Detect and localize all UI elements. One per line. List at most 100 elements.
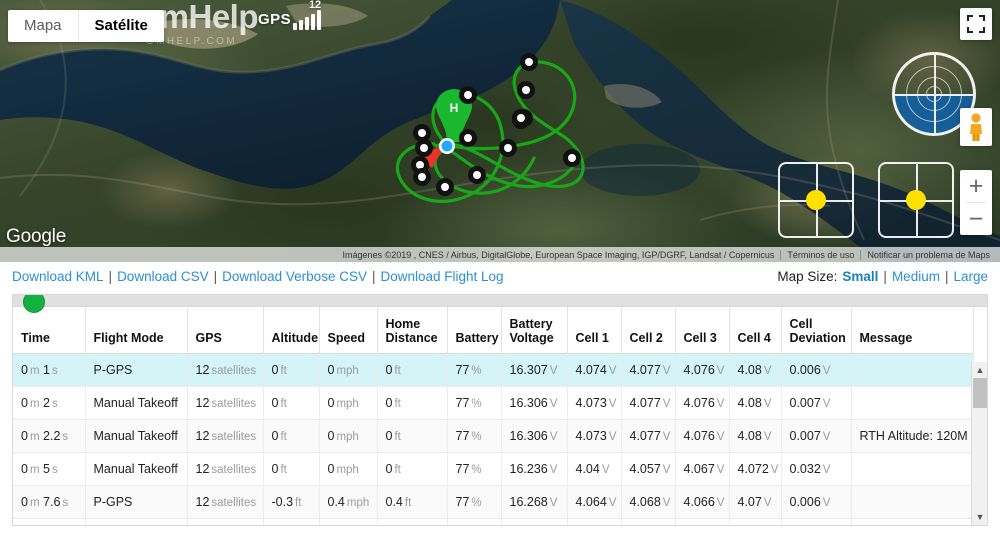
scrollbar-thumb[interactable] bbox=[973, 378, 987, 408]
map-type-satelite[interactable]: Satélite bbox=[77, 10, 164, 42]
map-type-control[interactable]: Mapa Satélite bbox=[8, 10, 164, 42]
cell-cell4-value: 4.08 bbox=[737, 362, 762, 377]
cell-home-distance: 0.4 ft bbox=[377, 485, 448, 519]
cell-home-distance: 0 ft bbox=[377, 419, 448, 453]
cell-cell2-value: 4.077 bbox=[629, 362, 661, 377]
cell-time: 0m 2.2 s bbox=[13, 419, 86, 453]
cell-flight-mode-value: P-GPS bbox=[93, 494, 133, 509]
stick-dot-right bbox=[906, 190, 926, 210]
cell-battery: 77% bbox=[447, 485, 502, 519]
cell-gps-value: 12 bbox=[195, 461, 210, 476]
column-header-flight-mode[interactable]: Flight Mode bbox=[85, 307, 188, 353]
cell-partial bbox=[781, 518, 852, 525]
attribution-terms-link[interactable]: Términos de uso bbox=[781, 250, 860, 260]
cell-gps-unit: satellites bbox=[211, 430, 257, 443]
table-row[interactable]: 0m 2 s Manual Takeoff 12 satellites 0 ft 0 mph 0 f… bbox=[13, 386, 974, 420]
map-type-mapa[interactable]: Mapa bbox=[8, 10, 78, 42]
cell-cell1: 4.074 V bbox=[567, 353, 622, 387]
download-kml-link[interactable]: Download KML bbox=[12, 269, 104, 284]
column-header-cell-4[interactable]: Cell 4 bbox=[729, 307, 782, 353]
cell-partial bbox=[13, 518, 86, 525]
cell-cell3-value: 4.066 bbox=[683, 494, 715, 509]
cell-time-value: 0m 2s bbox=[21, 395, 58, 410]
cell-gps: 12 satellites bbox=[187, 386, 264, 420]
cell-battery-value: 77 bbox=[455, 494, 470, 509]
table-row[interactable]: 0m 5 s Manual Takeoff 12 satellites 0 ft 0 mph 0 f… bbox=[13, 452, 974, 486]
attribution-report-link[interactable]: Notificar un problema de Maps bbox=[861, 250, 996, 260]
table-row[interactable]: 0m 7.6 s P-GPS 12 satellites -0.3 ft 0.4 mph 0.4 f… bbox=[13, 485, 974, 519]
cell-partial bbox=[675, 518, 730, 525]
cell-home-distance-unit: ft bbox=[394, 397, 401, 410]
column-header-altitude[interactable]: Altitude bbox=[263, 307, 320, 353]
cell-battery-voltage-value: 16.306 bbox=[509, 428, 548, 443]
cell-cell2-value: 4.077 bbox=[629, 395, 661, 410]
column-header-time[interactable]: Time bbox=[13, 307, 86, 353]
cell-partial bbox=[319, 518, 378, 525]
cell-time: 0m 1s bbox=[13, 353, 86, 387]
cell-cell4: 4.072 V bbox=[729, 452, 782, 486]
download-flight-log-link[interactable]: Download Flight Log bbox=[380, 269, 503, 284]
zoom-control[interactable]: + − bbox=[960, 170, 992, 235]
download-verbose-csv-link[interactable]: Download Verbose CSV bbox=[222, 269, 367, 284]
map-size-small[interactable]: Small bbox=[842, 269, 878, 284]
download-csv-link[interactable]: Download CSV bbox=[117, 269, 209, 284]
cell-time-value: 0m 5s bbox=[21, 461, 58, 476]
table-vertical-scrollbar[interactable]: ▲ ▼ bbox=[971, 362, 987, 525]
cell-cell3-unit: V bbox=[716, 430, 725, 443]
cell-battery-voltage-value: 16.268 bbox=[509, 494, 548, 509]
map-size-large[interactable]: Large bbox=[953, 269, 988, 284]
column-header-message[interactable]: Message bbox=[851, 307, 974, 353]
cell-speed-unit: mph bbox=[336, 463, 359, 476]
cell-gps-unit: satellites bbox=[211, 496, 257, 509]
table-row[interactable]: 0m 2.2 s Manual Takeoff 12 satellites 0 ft 0 mph… bbox=[13, 419, 974, 453]
cell-partial bbox=[263, 518, 320, 525]
map-area[interactable]: H Mapa Satélite omHelp OMHELP.COM GPS 12… bbox=[0, 0, 1000, 262]
cell-cell2-value: 4.057 bbox=[629, 461, 661, 476]
zoom-in-button[interactable]: + bbox=[960, 170, 992, 202]
column-header-cell-3[interactable]: Cell 3 bbox=[675, 307, 730, 353]
cell-cell1-value: 4.064 bbox=[575, 494, 607, 509]
column-header-battery[interactable]: Battery bbox=[447, 307, 502, 353]
cell-cell4-value: 4.08 bbox=[737, 395, 762, 410]
cell-time-value: 0m 2.2 s bbox=[21, 428, 69, 443]
fullscreen-button[interactable] bbox=[960, 8, 992, 40]
cell-battery-unit: % bbox=[471, 397, 482, 410]
cell-cell3: 4.066 V bbox=[675, 485, 730, 519]
cell-gps: 12 satellites bbox=[187, 419, 264, 453]
stick-indicator-right bbox=[878, 162, 954, 238]
cell-battery-value: 77 bbox=[455, 362, 470, 377]
cell-gps-unit: satellites bbox=[211, 364, 257, 377]
flight-log-table-container[interactable]: Time Flight Mode GPS Altitude Speed Home… bbox=[12, 294, 988, 526]
cell-battery: 77% bbox=[447, 419, 502, 453]
column-header-battery-voltage[interactable]: Battery Voltage bbox=[501, 307, 568, 353]
table-row[interactable]: 0m 1 s P-GPS 12 satellites 0 ft 0 mph 0 ft 77% 16.30… bbox=[13, 353, 974, 387]
cell-message bbox=[851, 485, 974, 519]
cell-cell1-unit: V bbox=[608, 496, 617, 509]
map-size-medium[interactable]: Medium bbox=[892, 269, 940, 284]
cell-flight-mode-value: Manual Takeoff bbox=[93, 428, 178, 443]
table-row-partial[interactable] bbox=[13, 518, 974, 525]
cell-gps-value: 12 bbox=[195, 428, 210, 443]
zoom-out-button[interactable]: − bbox=[960, 203, 992, 235]
cell-speed-unit: mph bbox=[336, 430, 359, 443]
column-header-cell-1[interactable]: Cell 1 bbox=[567, 307, 622, 353]
cell-flight-mode-value: P-GPS bbox=[93, 362, 133, 377]
street-view-pegman[interactable] bbox=[960, 108, 992, 146]
scroll-up-arrow[interactable]: ▲ bbox=[972, 362, 987, 378]
scroll-down-arrow[interactable]: ▼ bbox=[972, 509, 987, 525]
cell-cell1-value: 4.073 bbox=[575, 428, 607, 443]
fullscreen-icon bbox=[967, 15, 985, 33]
column-header-cell-2[interactable]: Cell 2 bbox=[621, 307, 676, 353]
link-separator-2: | bbox=[213, 268, 218, 284]
column-header-cell-deviation[interactable]: Cell Deviation bbox=[781, 307, 852, 353]
cell-battery-voltage-value: 16.307 bbox=[509, 362, 548, 377]
cell-home-distance: 0 ft bbox=[377, 386, 448, 420]
column-header-speed[interactable]: Speed bbox=[319, 307, 378, 353]
cell-speed: 0 mph bbox=[319, 419, 378, 453]
column-header-home-distance[interactable]: Home Distance bbox=[377, 307, 448, 353]
cell-cell1: 4.073 V bbox=[567, 419, 622, 453]
stick-dot-left bbox=[806, 190, 826, 210]
cell-speed-unit: mph bbox=[336, 364, 359, 377]
column-header-gps[interactable]: GPS bbox=[187, 307, 264, 353]
cell-gps-unit: satellites bbox=[211, 397, 257, 410]
